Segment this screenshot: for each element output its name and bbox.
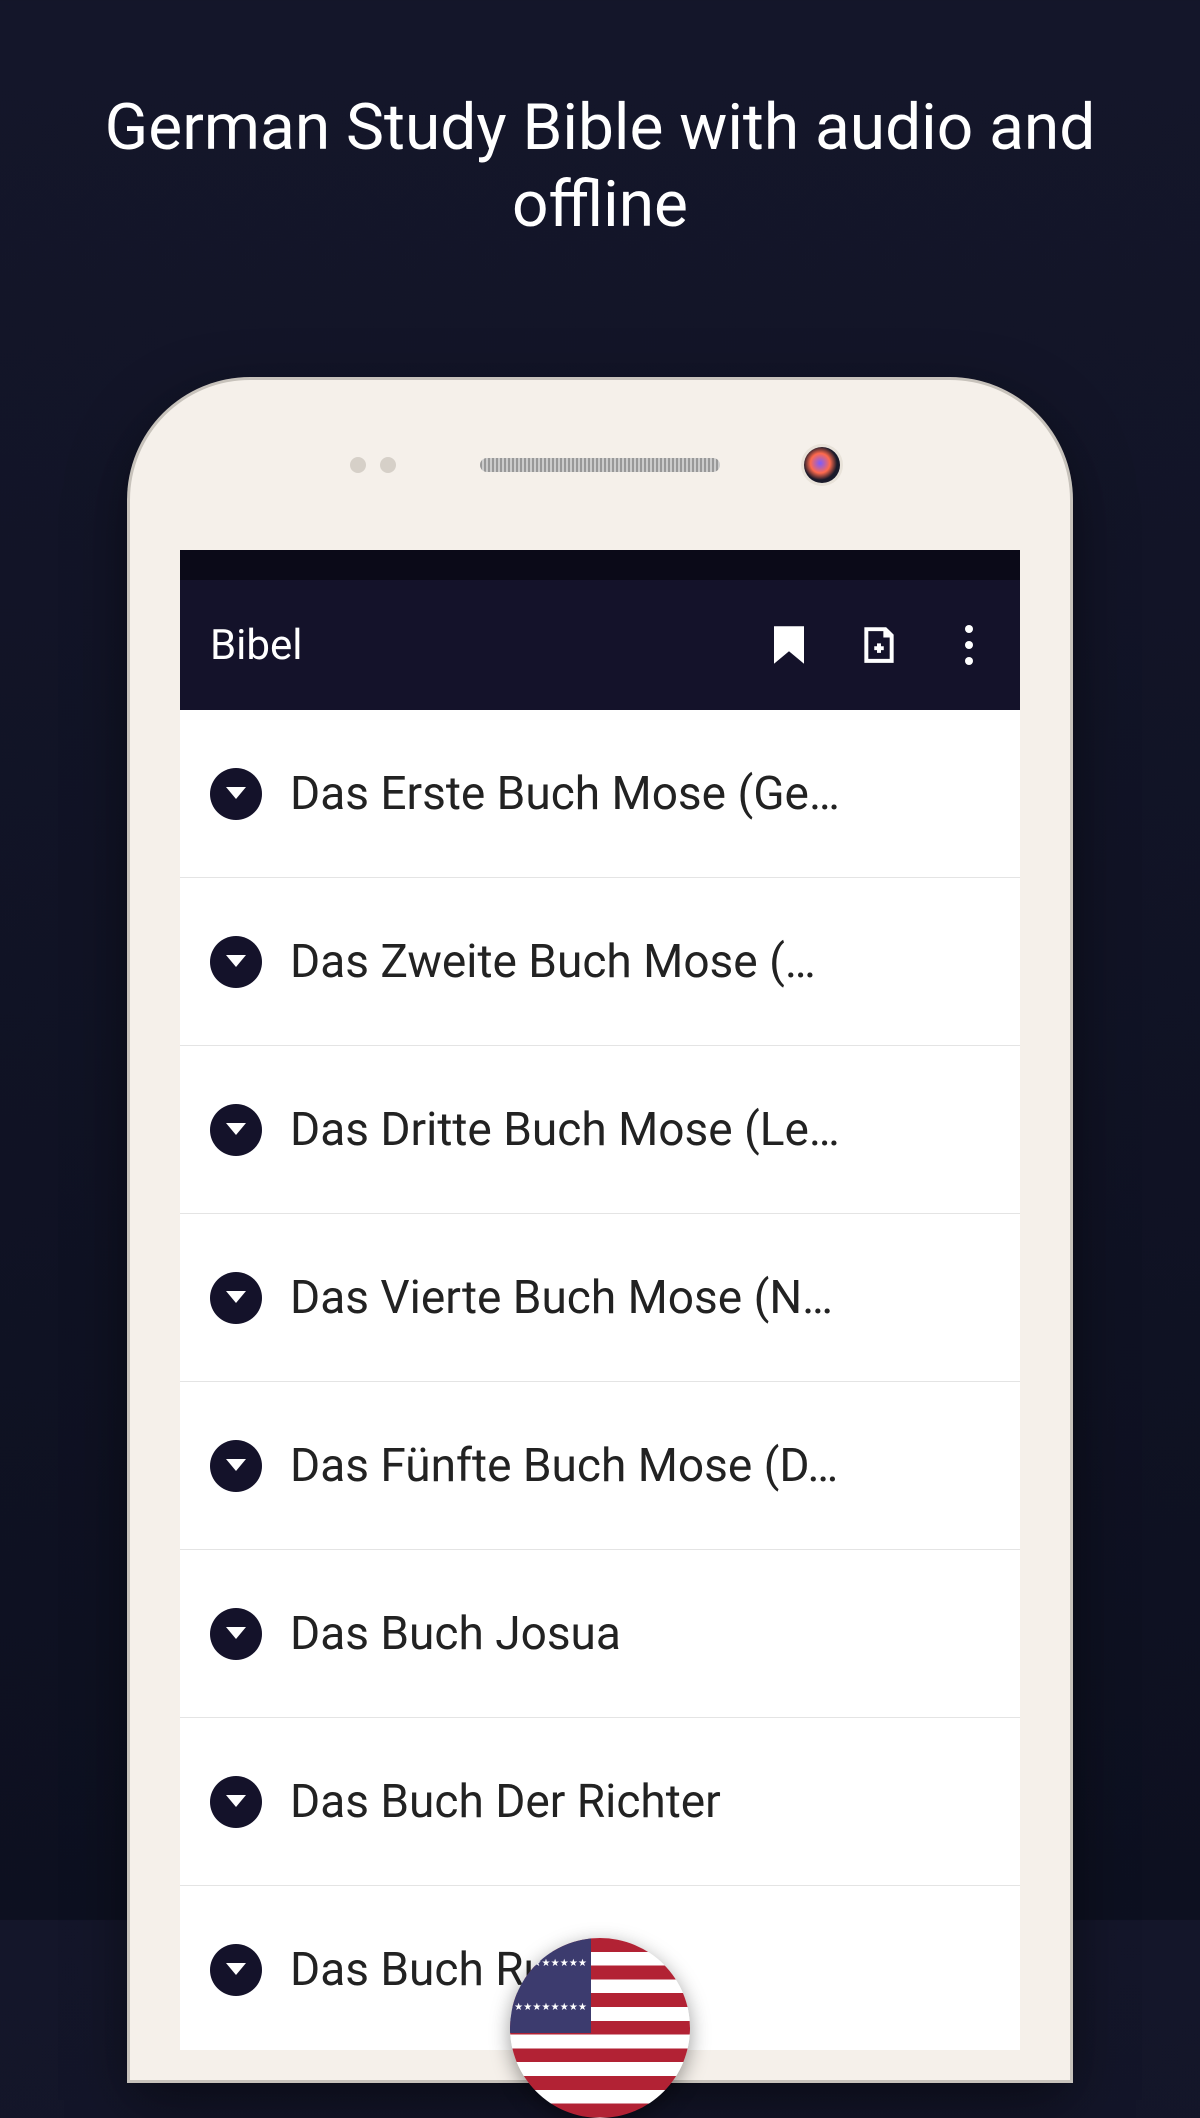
list-item[interactable]: Das Erste Buch Mose (Ge… bbox=[180, 710, 1020, 878]
chevron-down-icon bbox=[210, 1104, 262, 1156]
book-list: Das Erste Buch Mose (Ge… Das Zweite Buch… bbox=[180, 710, 1020, 2050]
phone-camera bbox=[804, 447, 840, 483]
flag-us-icon[interactable]: ★★★★ ★★★★ ★★★★ ★★★★ bbox=[510, 1938, 690, 2118]
app-bar: Bibel bbox=[180, 580, 1020, 710]
chevron-down-icon bbox=[210, 1272, 262, 1324]
book-label: Das Buch Josua bbox=[290, 1607, 621, 1661]
chevron-down-icon bbox=[210, 1776, 262, 1828]
book-label: Das Zweite Buch Mose (… bbox=[290, 935, 816, 989]
book-label: Das Dritte Buch Mose (Le… bbox=[290, 1103, 840, 1157]
app-actions bbox=[768, 624, 990, 666]
chevron-down-icon bbox=[210, 1608, 262, 1660]
phone-screen: Bibel Das Erste Buch Mose (Ge… Da bbox=[180, 550, 1020, 2050]
chevron-down-icon bbox=[210, 1944, 262, 1996]
overflow-menu-icon[interactable] bbox=[948, 624, 990, 666]
note-add-icon[interactable] bbox=[858, 624, 900, 666]
book-label: Das Erste Buch Mose (Ge… bbox=[290, 767, 840, 821]
list-item[interactable]: Das Buch Der Richter bbox=[180, 1718, 1020, 1886]
bookmark-icon[interactable] bbox=[768, 624, 810, 666]
list-item[interactable]: Das Buch Josua bbox=[180, 1550, 1020, 1718]
phone-speaker bbox=[480, 458, 720, 472]
phone-top-sensors bbox=[130, 380, 1070, 550]
promo-headline: German Study Bible with audio and offlin… bbox=[0, 0, 1200, 244]
sensor-dots bbox=[350, 457, 396, 473]
list-item[interactable]: Das Dritte Buch Mose (Le… bbox=[180, 1046, 1020, 1214]
chevron-down-icon bbox=[210, 768, 262, 820]
book-label: Das Buch Der Richter bbox=[290, 1775, 721, 1829]
list-item[interactable]: Das Zweite Buch Mose (… bbox=[180, 878, 1020, 1046]
chevron-down-icon bbox=[210, 1440, 262, 1492]
book-label: Das Vierte Buch Mose (N… bbox=[290, 1271, 833, 1325]
status-bar bbox=[180, 550, 1020, 580]
phone-frame: Bibel Das Erste Buch Mose (Ge… Da bbox=[130, 380, 1070, 2080]
app-title: Bibel bbox=[210, 621, 768, 670]
chevron-down-icon bbox=[210, 936, 262, 988]
list-item[interactable]: Das Vierte Buch Mose (N… bbox=[180, 1214, 1020, 1382]
book-label: Das Fünfte Buch Mose (D… bbox=[290, 1439, 838, 1493]
list-item[interactable]: Das Fünfte Buch Mose (D… bbox=[180, 1382, 1020, 1550]
